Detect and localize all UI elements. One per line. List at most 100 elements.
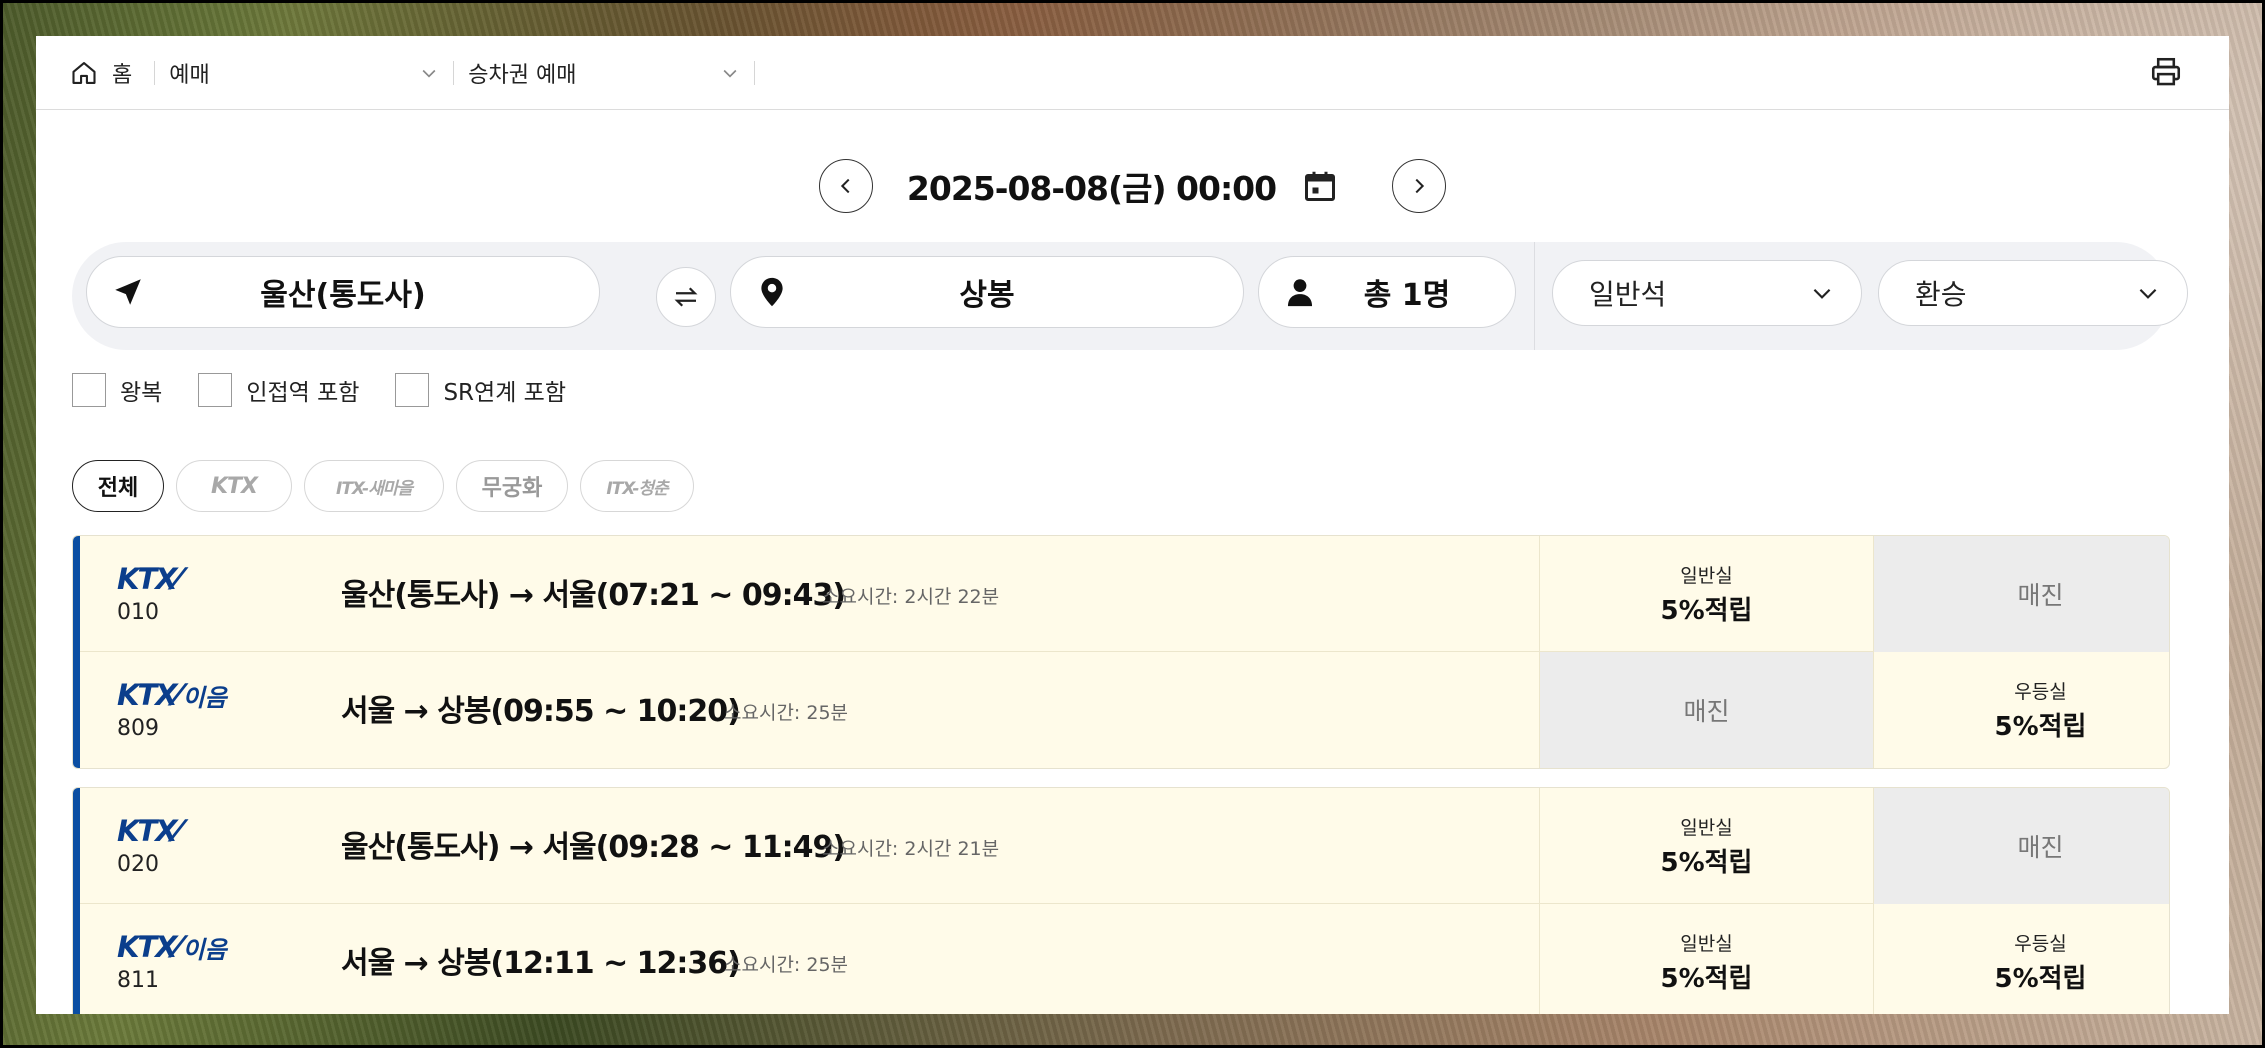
seat-status: 5%적립	[1994, 964, 2087, 994]
sold-out-label: 매진	[2017, 581, 2064, 610]
chevron-down-icon	[723, 69, 737, 78]
print-icon[interactable]	[2149, 55, 2183, 89]
seat-class-label: 우등실	[2014, 933, 2067, 955]
round-trip-checkbox[interactable]: 왕복	[72, 373, 162, 407]
standard-seat-cell[interactable]: 일반실 5%적립	[1539, 536, 1873, 652]
train-route: 서울 → 상봉(12:11 ~ 12:36)	[341, 946, 741, 981]
passenger-count-button[interactable]: 총 1명	[1258, 256, 1516, 328]
checkbox-box[interactable]	[198, 373, 233, 407]
chevron-down-icon	[2139, 288, 2157, 299]
seat-class-select[interactable]: 일반석	[1552, 260, 1862, 326]
train-number: 010	[117, 600, 159, 625]
first-class-seat-cell[interactable]: 우등실 5%적립	[1873, 904, 2169, 1014]
filter-mugunghwa-label: 무궁화	[481, 476, 543, 501]
home-link[interactable]: 홈	[70, 57, 132, 89]
breadcrumb-menu-2-label: 승차권 예매	[468, 62, 577, 88]
seat-class-label: 일반실	[1680, 933, 1733, 955]
search-divider	[1534, 242, 1535, 350]
swap-icon	[674, 287, 698, 307]
prev-date-button[interactable]	[818, 159, 873, 213]
filter-mugunghwa[interactable]: 무궁화	[456, 460, 568, 512]
seat-status: 5%적립	[1660, 964, 1753, 994]
standard-seat-cell[interactable]: 일반실 5%적립	[1539, 904, 1873, 1014]
ktx-logo: KTX ⁄	[117, 562, 180, 596]
seat-class-value: 일반석	[1589, 278, 1667, 311]
train-number: 020	[117, 852, 159, 877]
chevron-down-icon	[422, 69, 436, 78]
navigation-arrow-icon	[115, 279, 141, 305]
first-class-seat-cell: 매진	[1873, 788, 2169, 904]
train-route: 울산(통도사) → 서울(07:21 ~ 09:43)	[341, 578, 846, 613]
checkbox-box[interactable]	[395, 373, 430, 407]
departure-station: 울산(통도사)	[260, 278, 426, 313]
swap-stations-button[interactable]	[656, 267, 716, 327]
breadcrumb-menu-2[interactable]: 승차권 예매	[454, 57, 754, 89]
ktx-eum-logo: KTX ⁄ 이음	[117, 930, 227, 964]
train-number: 809	[117, 716, 159, 741]
breadcrumb-divider	[754, 60, 756, 85]
travel-duration: 소요시간: 25분	[724, 954, 849, 976]
filter-all[interactable]: 전체	[72, 460, 164, 512]
home-label: 홈	[112, 62, 133, 88]
filter-ktx[interactable]: KTX	[176, 460, 292, 512]
filter-ktx-logo: KTX	[210, 473, 258, 499]
seat-class-label: 일반실	[1680, 565, 1733, 587]
first-class-seat-cell[interactable]: 우등실 5%적립	[1873, 652, 2169, 768]
nearby-station-label: 인접역 포함	[246, 380, 360, 406]
train-leg-row[interactable]: KTX ⁄ 이음 811 서울 → 상봉(12:11 ~ 12:36) 소요시간: …	[73, 904, 2169, 1014]
ktx-logo: KTX ⁄	[117, 814, 180, 848]
filter-itx-cheongchun[interactable]: ITX-청춘	[580, 460, 694, 512]
round-trip-label: 왕복	[120, 380, 163, 406]
nearby-station-checkbox[interactable]: 인접역 포함	[198, 373, 359, 407]
chevron-right-icon	[1415, 178, 1425, 194]
reservation-window: 홈 예매 승차권 예매 2025-08-08(금) 00:00 울산(통도사) …	[36, 36, 2229, 1014]
next-date-button[interactable]	[1392, 159, 1447, 213]
transfer-value: 환승	[1915, 278, 1967, 311]
chevron-down-icon	[1813, 288, 1831, 299]
seat-status: 5%적립	[1660, 596, 1753, 626]
search-bar: 울산(통도사) 상봉 총 1명 일반석 환승	[72, 242, 2188, 350]
departure-station-button[interactable]: 울산(통도사)	[86, 256, 600, 328]
train-leg-row[interactable]: KTX ⁄ 010 울산(통도사) → 서울(07:21 ~ 09:43) 소요시…	[73, 536, 2169, 652]
filter-itx-saemaeul-logo: ITX-새마을	[336, 478, 413, 499]
first-class-seat-cell: 매진	[1873, 536, 2169, 652]
train-result-group[interactable]: KTX ⁄ 020 울산(통도사) → 서울(09:28 ~ 11:49) 소요시…	[72, 787, 2170, 1014]
standard-seat-cell[interactable]: 일반실 5%적립	[1539, 788, 1873, 904]
sold-out-label: 매진	[2017, 833, 2064, 862]
filter-itx-saemaeul[interactable]: ITX-새마을	[304, 460, 444, 512]
train-type-filters: 전체 KTX ITX-새마을 무궁화 ITX-청춘	[72, 460, 706, 512]
home-icon	[72, 61, 96, 84]
train-leg-row[interactable]: KTX ⁄ 이음 809 서울 → 상봉(09:55 ~ 10:20) 소요시간: …	[73, 652, 2169, 768]
travel-duration: 소요시간: 2시간 22분	[822, 586, 1000, 608]
date-selector: 2025-08-08(금) 00:00	[36, 158, 2229, 214]
selected-date[interactable]: 2025-08-08(금) 00:00	[907, 162, 1277, 210]
checkbox-box[interactable]	[72, 373, 106, 407]
train-route: 울산(통도사) → 서울(09:28 ~ 11:49)	[341, 830, 846, 865]
calendar-icon[interactable]	[1302, 168, 1338, 204]
sr-link-label: SR연계 포함	[443, 380, 566, 406]
train-leg-row[interactable]: KTX ⁄ 020 울산(통도사) → 서울(09:28 ~ 11:49) 소요시…	[73, 788, 2169, 904]
chevron-left-icon	[840, 178, 850, 194]
arrival-station: 상봉	[959, 278, 1015, 313]
sr-link-checkbox[interactable]: SR연계 포함	[395, 373, 566, 407]
person-icon	[1287, 279, 1313, 307]
seat-class-label: 우등실	[2014, 681, 2067, 703]
filter-itx-cheongchun-logo: ITX-청춘	[606, 478, 668, 499]
seat-status: 5%적립	[1994, 712, 2087, 742]
filter-all-label: 전체	[97, 476, 139, 501]
top-bar: 홈 예매 승차권 예매	[36, 36, 2229, 110]
train-number: 811	[117, 968, 159, 993]
travel-duration: 소요시간: 2시간 21분	[822, 838, 1000, 860]
arrival-station-button[interactable]: 상봉	[730, 256, 1244, 328]
transfer-select[interactable]: 환승	[1878, 260, 2188, 326]
train-route: 서울 → 상봉(09:55 ~ 10:20)	[341, 694, 741, 729]
seat-class-label: 일반실	[1680, 817, 1733, 839]
sold-out-label: 매진	[1683, 697, 1730, 726]
breadcrumb-menu-1[interactable]: 예매	[155, 57, 453, 89]
standard-seat-cell: 매진	[1539, 652, 1873, 768]
breadcrumb-menu-1-label: 예매	[169, 62, 210, 88]
search-options: 왕복 인접역 포함 SR연계 포함	[72, 370, 602, 410]
ktx-eum-logo: KTX ⁄ 이음	[117, 678, 227, 712]
train-result-group[interactable]: KTX ⁄ 010 울산(통도사) → 서울(07:21 ~ 09:43) 소요시…	[72, 535, 2170, 769]
travel-duration: 소요시간: 25분	[724, 702, 849, 724]
